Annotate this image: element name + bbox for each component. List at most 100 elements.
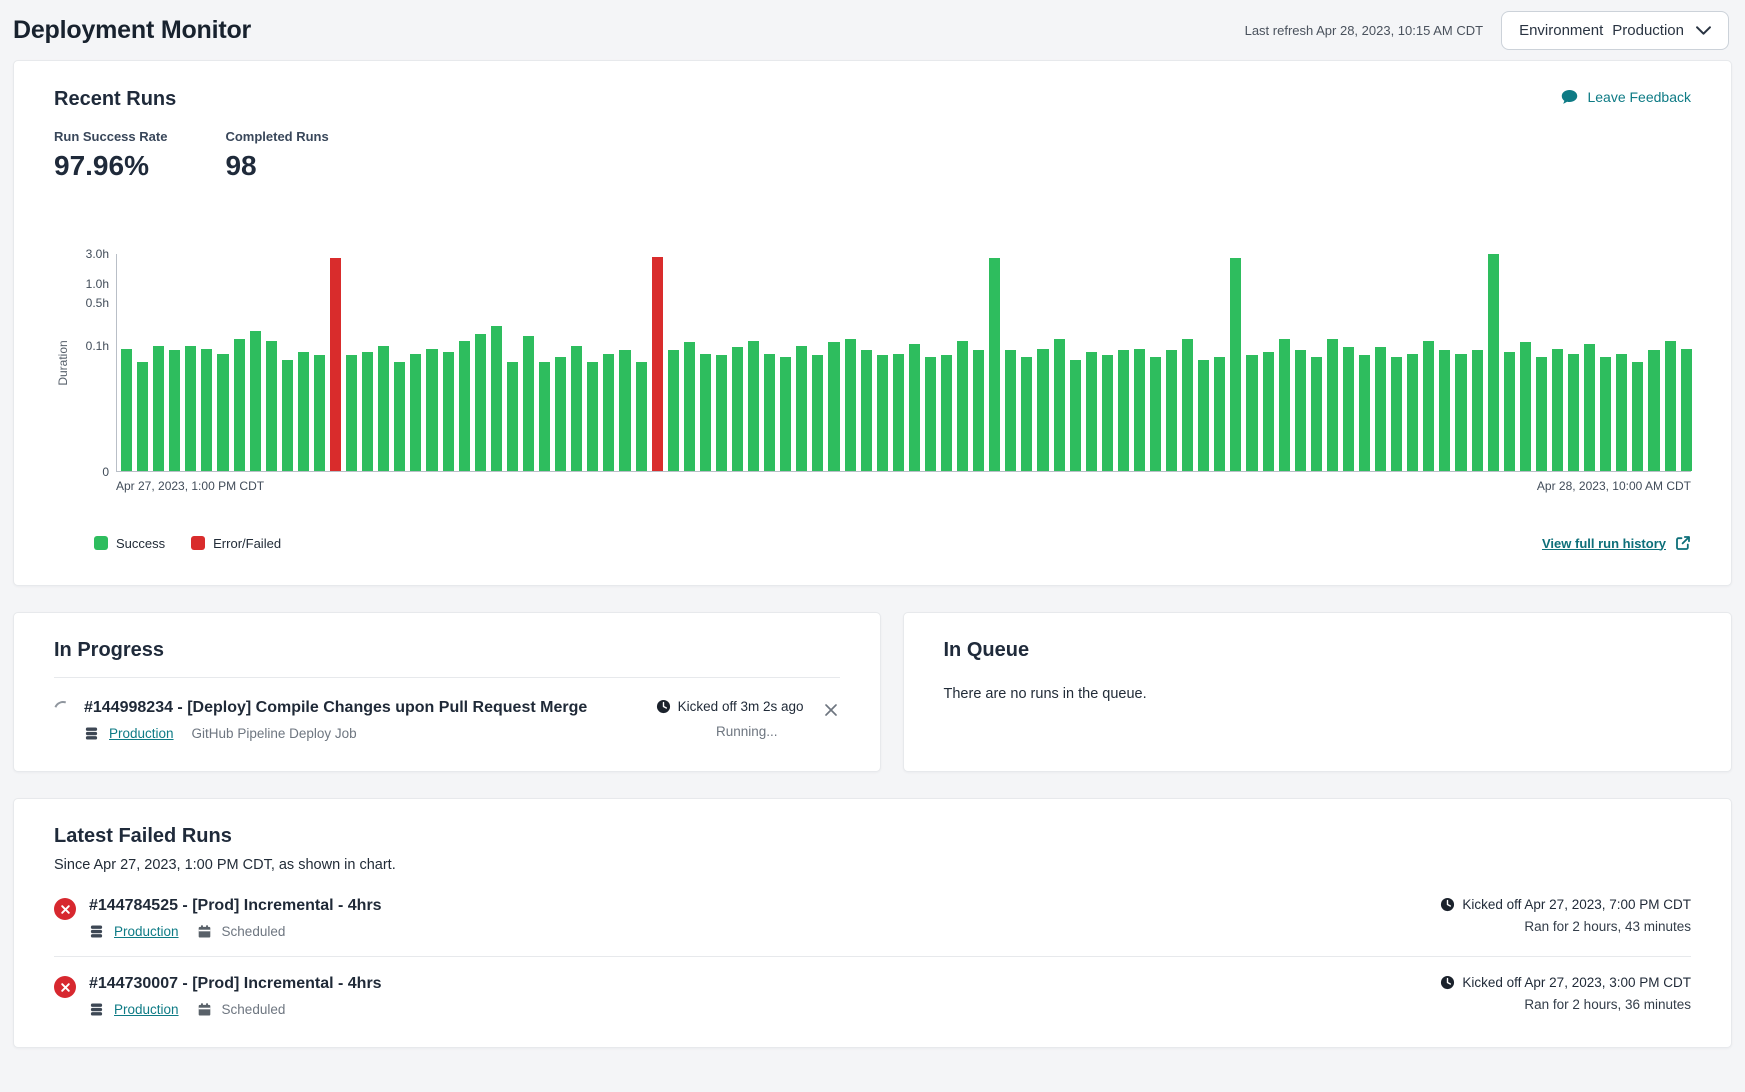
- chart-bar[interactable]: [652, 257, 663, 471]
- chart-bar[interactable]: [619, 350, 630, 471]
- chart-bar[interactable]: [1472, 350, 1483, 471]
- leave-feedback-link[interactable]: Leave Feedback: [1560, 88, 1691, 106]
- chart-bar[interactable]: [282, 360, 293, 471]
- production-link[interactable]: Production: [114, 924, 179, 939]
- chart-bar[interactable]: [957, 341, 968, 471]
- chart-bar[interactable]: [748, 341, 759, 471]
- chart-bar[interactable]: [764, 354, 775, 471]
- chart-bar[interactable]: [1263, 352, 1274, 471]
- chart-bar[interactable]: [346, 355, 357, 471]
- chart-bar[interactable]: [1375, 347, 1386, 471]
- chart-bar[interactable]: [250, 331, 261, 471]
- production-link[interactable]: Production: [109, 726, 174, 741]
- chart-bar[interactable]: [636, 362, 647, 471]
- chart-bar[interactable]: [1665, 341, 1676, 471]
- chart-bar[interactable]: [603, 354, 614, 471]
- chart-bar[interactable]: [732, 347, 743, 471]
- chart-bar[interactable]: [909, 344, 920, 471]
- chart-bar[interactable]: [153, 346, 164, 471]
- chart-bar[interactable]: [1230, 258, 1241, 471]
- chart-bar[interactable]: [1648, 350, 1659, 471]
- chart-bar[interactable]: [410, 354, 421, 471]
- chart-bar[interactable]: [989, 258, 1000, 471]
- chart-bar[interactable]: [861, 350, 872, 471]
- chart-bar[interactable]: [1584, 344, 1595, 471]
- chart-bar[interactable]: [877, 355, 888, 471]
- chart-bar[interactable]: [217, 354, 228, 471]
- chart-bar[interactable]: [1166, 350, 1177, 471]
- chart-bar[interactable]: [973, 350, 984, 471]
- chart-bar[interactable]: [1311, 357, 1322, 471]
- chart-bar[interactable]: [1086, 352, 1097, 471]
- chart-bar[interactable]: [1632, 362, 1643, 471]
- chart-bar[interactable]: [234, 339, 245, 471]
- chart-bar[interactable]: [394, 362, 405, 471]
- chart-bar[interactable]: [459, 341, 470, 471]
- chart-bar[interactable]: [1070, 360, 1081, 471]
- chart-bar[interactable]: [1391, 357, 1402, 471]
- chart-bar[interactable]: [828, 342, 839, 471]
- chart-bar[interactable]: [1536, 357, 1547, 471]
- chart-bar[interactable]: [378, 346, 389, 471]
- chart-bar[interactable]: [1102, 355, 1113, 471]
- chart-bar[interactable]: [571, 346, 582, 471]
- chart-bar[interactable]: [266, 341, 277, 471]
- chart-bar[interactable]: [362, 352, 373, 471]
- chart-bar[interactable]: [668, 350, 679, 471]
- view-full-run-history-link[interactable]: View full run history: [1542, 535, 1691, 551]
- chart-bar[interactable]: [491, 326, 502, 471]
- chart-bar[interactable]: [1359, 355, 1370, 471]
- chart-bar[interactable]: [1439, 350, 1450, 471]
- chart-bar[interactable]: [1568, 354, 1579, 471]
- chart-bar[interactable]: [1488, 254, 1499, 471]
- chart-bar[interactable]: [845, 339, 856, 471]
- chart-bar[interactable]: [1455, 354, 1466, 471]
- chart-bar[interactable]: [201, 349, 212, 471]
- chart-bar[interactable]: [1520, 342, 1531, 471]
- chart-bar[interactable]: [796, 346, 807, 471]
- chart-bar[interactable]: [941, 355, 952, 471]
- chart-bar[interactable]: [780, 357, 791, 471]
- environment-dropdown[interactable]: Environment Production: [1501, 11, 1729, 50]
- cancel-run-button[interactable]: [822, 701, 840, 722]
- chart-bar[interactable]: [330, 258, 341, 471]
- chart-bar[interactable]: [137, 362, 148, 471]
- chart-bar[interactable]: [185, 346, 196, 471]
- chart-bar[interactable]: [1021, 357, 1032, 471]
- chart-bar[interactable]: [121, 349, 132, 471]
- chart-bar[interactable]: [893, 354, 904, 471]
- chart-bar[interactable]: [925, 357, 936, 471]
- chart-bar[interactable]: [475, 334, 486, 471]
- chart-bar[interactable]: [314, 355, 325, 471]
- chart-bar[interactable]: [1118, 350, 1129, 471]
- chart-bar[interactable]: [539, 362, 550, 471]
- chart-bar[interactable]: [1407, 354, 1418, 471]
- chart-bar[interactable]: [523, 336, 534, 471]
- chart-bar[interactable]: [507, 362, 518, 471]
- chart-bar[interactable]: [1423, 341, 1434, 471]
- chart-bar[interactable]: [298, 352, 309, 471]
- chart-bar[interactable]: [1214, 357, 1225, 471]
- chart-bar[interactable]: [1343, 347, 1354, 471]
- chart-bar[interactable]: [1681, 349, 1692, 471]
- production-link[interactable]: Production: [114, 1002, 179, 1017]
- chart-bar[interactable]: [1054, 339, 1065, 471]
- chart-bar[interactable]: [1616, 354, 1627, 471]
- chart-bar[interactable]: [812, 355, 823, 471]
- chart-bar[interactable]: [1134, 349, 1145, 471]
- chart-bar[interactable]: [555, 357, 566, 471]
- chart-bar[interactable]: [1198, 360, 1209, 471]
- chart-bar[interactable]: [1295, 350, 1306, 471]
- chart-bar[interactable]: [1504, 352, 1515, 471]
- chart-bar[interactable]: [1600, 357, 1611, 471]
- chart-bar[interactable]: [443, 352, 454, 471]
- chart-bar[interactable]: [1552, 349, 1563, 471]
- chart-bar[interactable]: [1037, 349, 1048, 471]
- chart-bar[interactable]: [1327, 339, 1338, 471]
- chart-bar[interactable]: [426, 349, 437, 471]
- chart-bar[interactable]: [1150, 357, 1161, 471]
- chart-bar[interactable]: [716, 355, 727, 471]
- chart-bar[interactable]: [700, 354, 711, 471]
- chart-bar[interactable]: [169, 350, 180, 471]
- chart-bar[interactable]: [1279, 339, 1290, 471]
